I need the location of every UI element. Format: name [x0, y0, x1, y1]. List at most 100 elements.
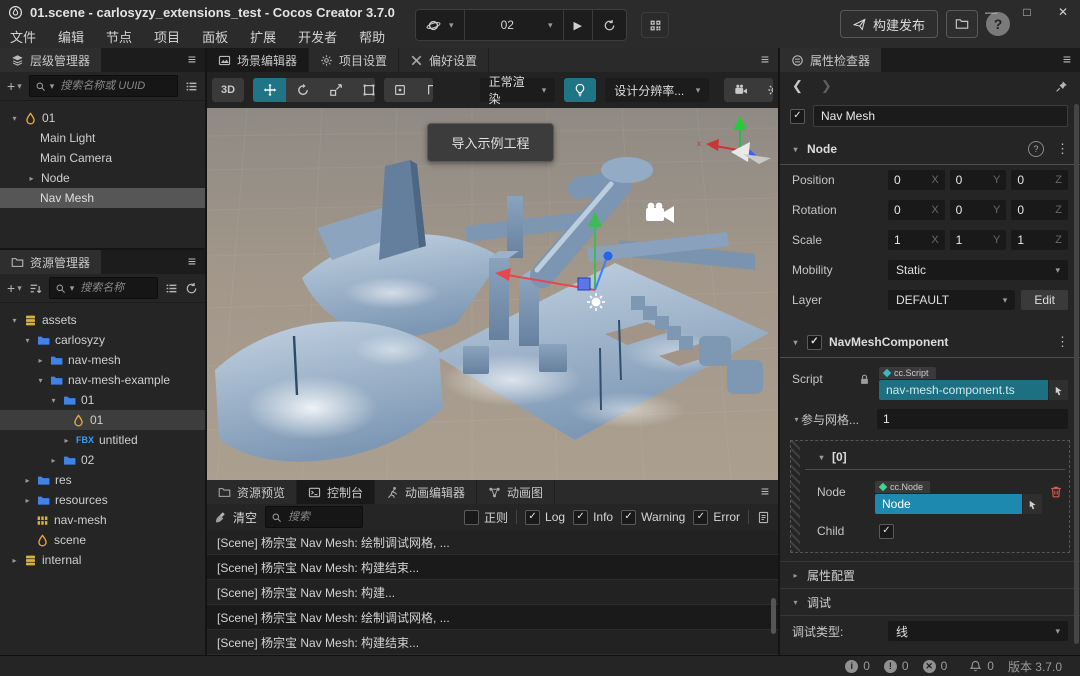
console-report-button[interactable]	[757, 511, 770, 524]
asset-row-assets[interactable]: ▾ assets	[0, 310, 205, 330]
status-warning[interactable]: ! 0	[883, 659, 909, 673]
node-section-header[interactable]: ▾ Node ? ⋮	[780, 134, 1080, 164]
menu-node[interactable]: 节点	[106, 27, 132, 46]
asset-row-internal[interactable]: ▸ internal	[0, 550, 205, 570]
debug-section[interactable]: ▾ 调试	[780, 589, 1080, 615]
status-info[interactable]: i 0	[845, 659, 870, 673]
log-entry[interactable]: [Scene] 杨宗宝 Nav Mesh: 绘制调试网格, ...	[207, 530, 778, 555]
log-entry[interactable]: [Scene] 杨宗宝 Nav Mesh: 构建结束...	[207, 555, 778, 580]
tab-inspector[interactable]: 属性检查器	[780, 48, 884, 72]
rect-tool-button[interactable]	[352, 78, 375, 102]
debug-type-select[interactable]: 线 ▾	[888, 621, 1068, 641]
scene-tabs-menu-icon[interactable]: ≡	[761, 51, 769, 67]
scale-tool-button[interactable]	[319, 78, 352, 102]
asset-row-01-folder[interactable]: ▾ 01	[0, 390, 205, 410]
mesh-array-size-field[interactable]: 1	[877, 409, 1068, 429]
search-filter-chevron-icon[interactable]: ▾	[50, 81, 55, 92]
move-tool-button[interactable]	[253, 78, 286, 102]
tab-project-settings[interactable]: 项目设置	[309, 48, 400, 72]
scale-x-field[interactable]: 1X	[888, 230, 945, 250]
chevron-down-icon[interactable]: ▾	[791, 338, 800, 347]
tree-node-main-camera[interactable]: Main Camera	[0, 148, 205, 168]
filter-log[interactable]: ✓ Log	[525, 509, 565, 525]
asset-row-01-scene-selected[interactable]: 01	[0, 410, 205, 430]
info-checkbox[interactable]: ✓	[573, 509, 589, 525]
open-project-folder-button[interactable]	[946, 10, 978, 38]
scene-viewport[interactable]: x 导入示例工程	[207, 108, 778, 480]
menu-extension[interactable]: 扩展	[250, 27, 276, 46]
asset-row-scene[interactable]: scene	[0, 530, 205, 550]
filter-info[interactable]: ✓ Info	[573, 509, 613, 525]
regex-filter[interactable]: 正则	[464, 509, 508, 526]
chevron-down-icon[interactable]: ▾	[49, 396, 58, 405]
console-search[interactable]	[265, 506, 363, 528]
history-forward-button[interactable]: ❯	[821, 78, 832, 94]
inspector-menu-icon[interactable]: ≡	[1063, 51, 1071, 67]
tree-node-scene[interactable]: ▾ 01	[0, 108, 205, 128]
tab-console[interactable]: 控制台	[297, 480, 376, 504]
script-picker-button[interactable]	[1049, 380, 1068, 400]
error-checkbox[interactable]: ✓	[693, 509, 709, 525]
menu-file[interactable]: 文件	[10, 27, 36, 46]
log-checkbox[interactable]: ✓	[525, 509, 541, 525]
mobility-select[interactable]: Static ▾	[888, 260, 1068, 280]
chevron-right-icon[interactable]: ▸	[62, 436, 71, 445]
pivot-mode-button[interactable]	[384, 78, 417, 102]
assets-menu-icon[interactable]: ≡	[188, 253, 196, 269]
scale-z-field[interactable]: 1Z	[1011, 230, 1069, 250]
node-picker-button[interactable]	[1023, 494, 1042, 514]
prop-config-section[interactable]: ▸ 属性配置	[780, 562, 1080, 588]
position-z-field[interactable]: 0Z	[1011, 170, 1069, 190]
close-button[interactable]: ✕	[1052, 5, 1074, 19]
menu-edit[interactable]: 编辑	[58, 27, 84, 46]
navmesh-component-header[interactable]: ▾ ✓ NavMeshComponent ⋮	[780, 327, 1080, 357]
tree-node-node[interactable]: ▸ Node	[0, 168, 205, 188]
console-scrollbar[interactable]	[771, 598, 776, 634]
tab-hierarchy[interactable]: 层级管理器	[0, 48, 104, 72]
chevron-down-icon[interactable]: ▾	[792, 415, 801, 424]
scene-light-toggle-button[interactable]	[564, 78, 597, 102]
coordinate-mode-button[interactable]	[417, 78, 433, 102]
chevron-right-icon[interactable]: ▸	[49, 456, 58, 465]
tab-assets[interactable]: 资源管理器	[0, 250, 104, 274]
child-checkbox[interactable]: ✓	[879, 523, 894, 539]
dimension-toggle-button[interactable]: 3D	[212, 78, 244, 102]
help-circle-icon[interactable]: ?	[1028, 141, 1044, 157]
assets-search[interactable]: ▾	[48, 277, 158, 299]
status-notifications[interactable]: 0	[969, 659, 994, 673]
menu-help[interactable]: 帮助	[359, 27, 385, 46]
regex-checkbox[interactable]	[464, 509, 480, 525]
node-name-input[interactable]	[813, 105, 1068, 127]
tab-scene-editor[interactable]: 场景编辑器	[207, 48, 310, 72]
inspector-scrollbar[interactable]	[1074, 104, 1079, 644]
chevron-right-icon[interactable]: ▸	[36, 356, 45, 365]
hierarchy-search[interactable]: ▾	[28, 75, 178, 97]
position-y-field[interactable]: 0Y	[949, 170, 1007, 190]
asset-row-carlosyzy[interactable]: ▾ carlosyzy	[0, 330, 205, 350]
menu-project[interactable]: 项目	[154, 27, 180, 46]
rotation-z-field[interactable]: 0Z	[1011, 200, 1069, 220]
element-node-field[interactable]: Node	[875, 494, 1022, 514]
scene-camera-button[interactable]	[724, 78, 757, 102]
tree-node-main-light[interactable]: Main Light	[0, 128, 205, 148]
layer-edit-button[interactable]: Edit	[1021, 290, 1068, 310]
preview-platform-button[interactable]: ▾	[416, 10, 465, 40]
node-menu-icon[interactable]: ⋮	[1056, 141, 1069, 157]
node-active-checkbox[interactable]: ✓	[790, 108, 805, 124]
tab-preferences[interactable]: 偏好设置	[399, 48, 490, 72]
console-tabs-menu-icon[interactable]: ≡	[761, 483, 769, 499]
render-mode-select[interactable]: 正常渲染 ▾	[479, 75, 556, 106]
script-asset-field[interactable]: nav-mesh-component.ts	[879, 380, 1048, 400]
warning-checkbox[interactable]: ✓	[621, 509, 637, 525]
chevron-down-icon[interactable]: ▾	[791, 598, 800, 607]
minimize-button[interactable]: —	[980, 5, 1002, 19]
play-button[interactable]: ▶	[564, 10, 593, 40]
menu-developer[interactable]: 开发者	[298, 27, 337, 46]
chevron-down-icon[interactable]: ▾	[791, 145, 800, 154]
chevron-down-icon[interactable]: ▾	[10, 114, 19, 123]
hierarchy-list-view-button[interactable]	[185, 80, 198, 93]
asset-row-res[interactable]: ▸ res	[0, 470, 205, 490]
rotate-tool-button[interactable]	[286, 78, 319, 102]
asset-row-nav-mesh-folder[interactable]: ▸ nav-mesh	[0, 350, 205, 370]
chevron-down-icon[interactable]: ▾	[23, 336, 32, 345]
